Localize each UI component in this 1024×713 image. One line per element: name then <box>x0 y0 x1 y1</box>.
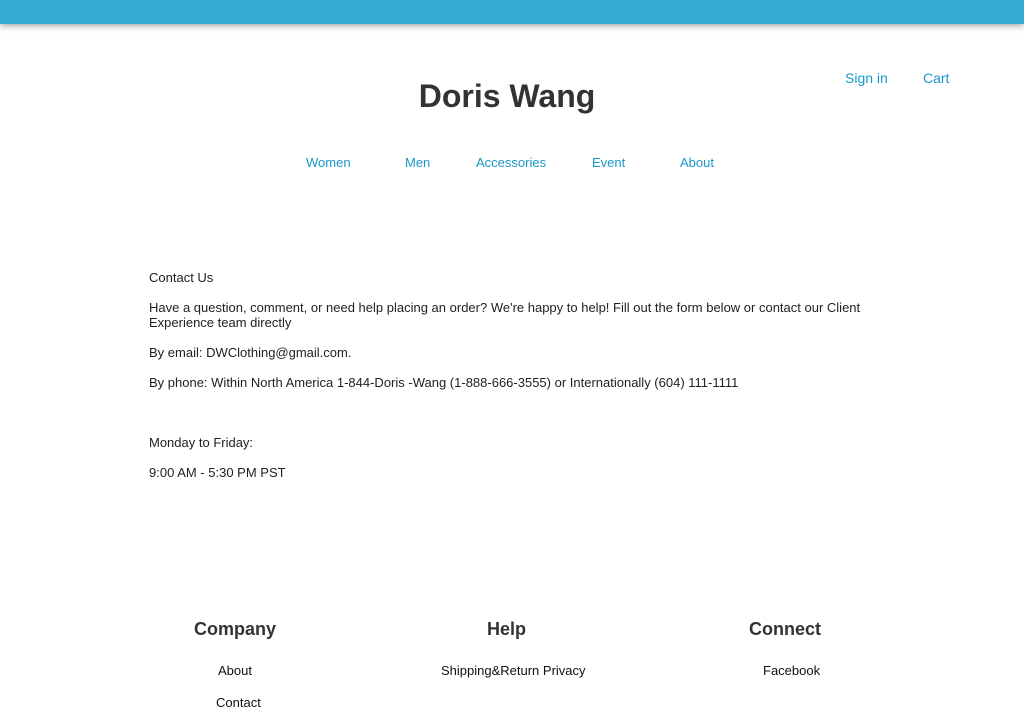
top-bar <box>0 0 1024 24</box>
contact-email: By email: DWClothing@gmail.com. <box>149 345 352 360</box>
nav-item-accessories[interactable]: Accessories <box>476 155 546 171</box>
contact-section: Contact Us Have a question, comment, or … <box>149 270 879 495</box>
footer-heading-help: Help <box>487 619 527 639</box>
footer-heading-company: Company <box>194 619 277 639</box>
footer-link-contact[interactable]: Contact <box>216 695 261 711</box>
sign-in-link[interactable]: Sign in <box>845 70 888 86</box>
nav-item-event[interactable]: Event <box>592 155 625 171</box>
cart-link[interactable]: Cart <box>923 70 949 86</box>
footer-link-about[interactable]: About <box>218 663 252 679</box>
footer-link-facebook[interactable]: Facebook <box>763 663 820 679</box>
nav-item-women[interactable]: Women <box>306 155 351 171</box>
nav-item-about[interactable]: About <box>680 155 714 171</box>
contact-days: Monday to Friday: <box>149 435 254 450</box>
contact-phone: By phone: Within North America 1-844-Dor… <box>149 375 739 390</box>
footer-heading-connect: Connect <box>749 619 821 639</box>
contact-hours: 9:00 AM - 5:30 PM PST <box>149 465 286 480</box>
footer-link-shipping-return-privacy[interactable]: Shipping&Return Privacy <box>441 663 586 679</box>
contact-intro: Have a question, comment, or need help p… <box>149 300 861 330</box>
contact-title: Contact Us <box>149 270 214 285</box>
nav-item-men[interactable]: Men <box>405 155 430 171</box>
